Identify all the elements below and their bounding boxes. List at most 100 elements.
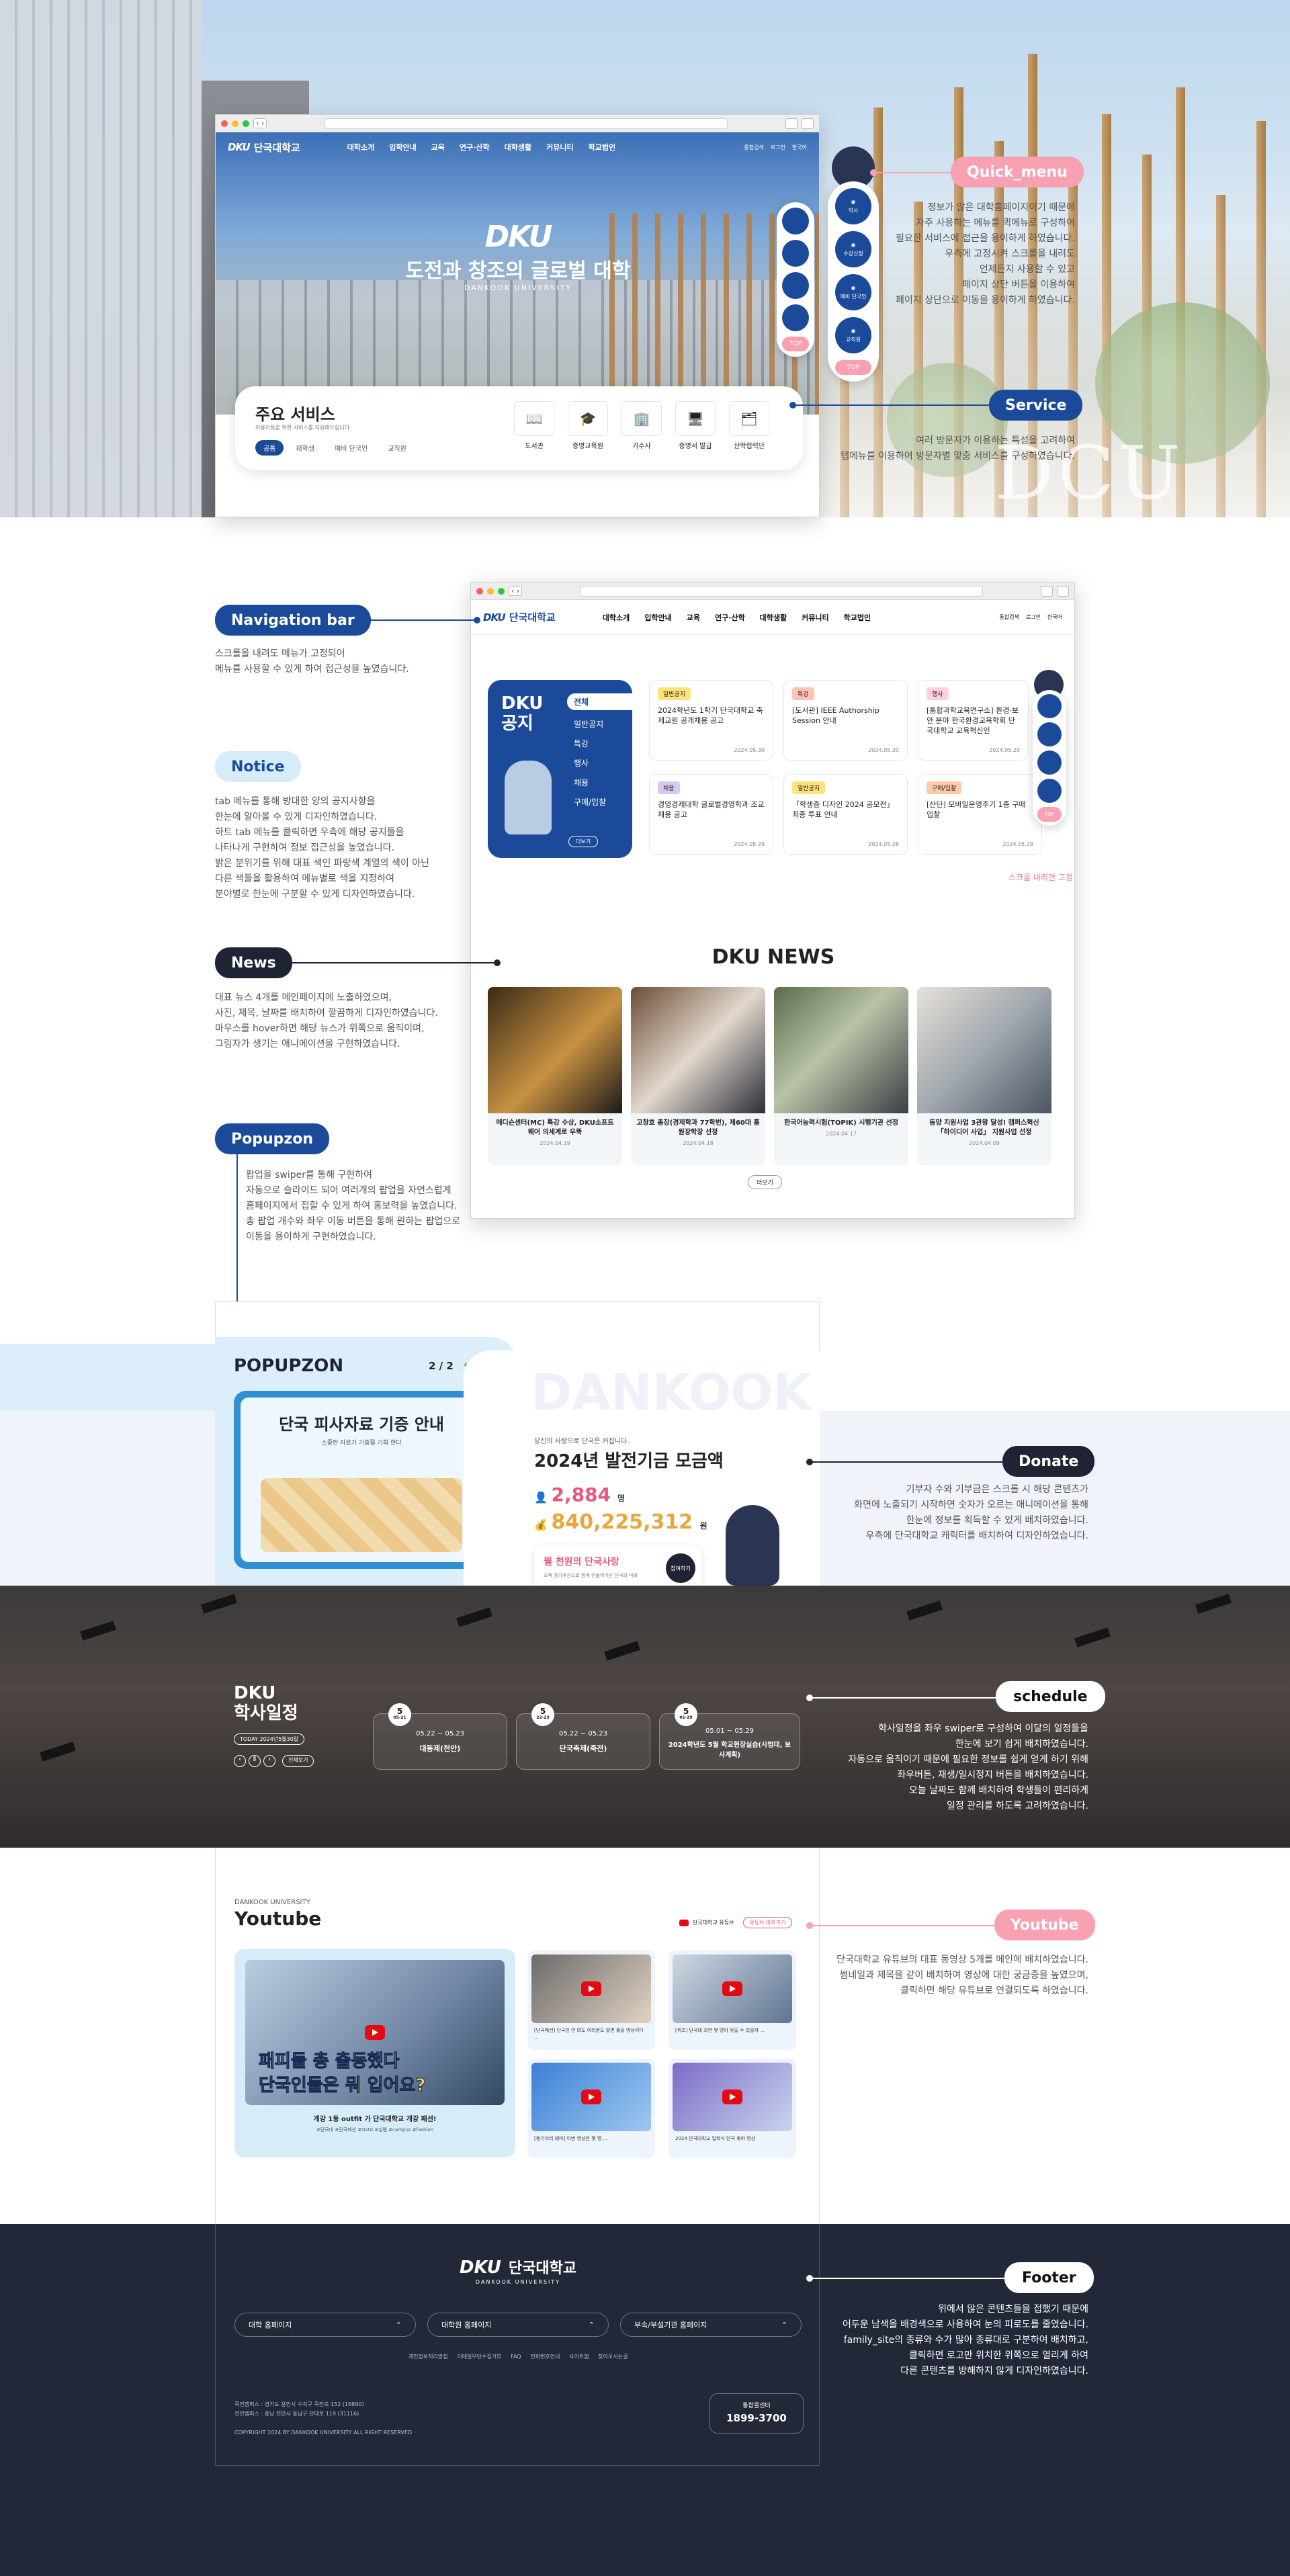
- menu-item[interactable]: 커뮤니티: [546, 142, 573, 153]
- quick-item[interactable]: [1037, 694, 1062, 718]
- back-forward-icon[interactable]: ‹ ›: [509, 586, 523, 596]
- notice-tag: 특강: [792, 687, 814, 700]
- quick-item[interactable]: [1037, 750, 1062, 775]
- family-site-select[interactable]: 대학 홈페이지 ⌃: [234, 2313, 416, 2337]
- menu-item[interactable]: 교육: [431, 142, 445, 153]
- menu-item[interactable]: 커뮤니티: [802, 612, 828, 623]
- back-forward-icon[interactable]: ‹ ›: [253, 118, 267, 128]
- quick-item[interactable]: [782, 240, 809, 267]
- connector-line: [793, 404, 994, 406]
- desc-footer: 위에서 많은 콘텐츠들을 접했기 때문에 어두운 남색을 배경색으로 사용하여 눈…: [842, 2304, 1088, 2376]
- service-tab[interactable]: 재학생: [288, 440, 322, 456]
- share-icon[interactable]: [1041, 585, 1053, 597]
- youtube-thumb: [531, 1955, 651, 2023]
- tabs-icon[interactable]: [802, 118, 814, 129]
- login-link[interactable]: 로그인: [771, 144, 785, 151]
- nav-logo[interactable]: DKU 단국대학교: [483, 610, 556, 624]
- notice-card[interactable]: 일반공지 「학생증 디자인 2024 공모전」 최종 투표 안내 2024.05.2…: [783, 774, 908, 855]
- notice-tab[interactable]: 채용: [567, 774, 641, 791]
- desc-youtube: 단국대학교 유튜브의 대표 동영상 5개를 메인에 배치하였습니다. 썸네일과 제…: [836, 1955, 1088, 1996]
- top-button[interactable]: TOP: [782, 337, 809, 351]
- login-link[interactable]: 로그인: [1026, 613, 1041, 621]
- youtube-links: 단국대학교 유튜브 유튜브 바로가기: [679, 1917, 792, 1928]
- share-icon[interactable]: [785, 118, 798, 129]
- family-site-select[interactable]: 대학원 홈페이지 ⌃: [427, 2313, 609, 2337]
- callcenter-box[interactable]: 통합콜센터 1899-3700: [710, 2393, 804, 2434]
- quick-item[interactable]: [1037, 722, 1062, 746]
- top-button[interactable]: TOP: [1037, 807, 1062, 822]
- notice-card[interactable]: 구매/입찰 [산단] 모바일운영주기 1종 구매 입찰 2024.05.28: [918, 774, 1042, 855]
- label-quick-menu: Quick_menu: [951, 157, 1084, 187]
- service-tab[interactable]: 교직원: [380, 440, 415, 456]
- notice-tab[interactable]: 구매/입찰: [567, 793, 641, 810]
- language-link[interactable]: 한국어: [792, 144, 807, 151]
- service-tab[interactable]: 공통: [255, 440, 284, 456]
- schedule-all-button[interactable]: 전체보기: [282, 1755, 314, 1767]
- youtube-channel[interactable]: 단국대학교 유튜브: [693, 1919, 734, 1926]
- prev-icon[interactable]: ‹: [234, 1755, 246, 1767]
- search-link[interactable]: 통합검색: [744, 144, 763, 151]
- address-bar[interactable]: [325, 118, 728, 129]
- service-item[interactable]: 📖 도서관: [514, 401, 554, 450]
- donate-join-button[interactable]: 참여하기: [666, 1553, 695, 1583]
- notice-tab[interactable]: 특강: [567, 735, 641, 752]
- quick-item[interactable]: [782, 304, 809, 331]
- youtube-item[interactable]: [퀴즈] 단국대 과연 몇 명이 맞출 수 있을까 ...: [669, 1950, 796, 2050]
- menu-item[interactable]: 교육: [687, 612, 700, 623]
- notice-tab-active[interactable]: 전체: [567, 693, 641, 710]
- notice-card[interactable]: 채용 경영경제대학 글로벌경영학과 조교 채용 공고 2024.05.29: [649, 774, 773, 855]
- quick-item[interactable]: ◉ 교직원: [835, 317, 871, 353]
- menu-item[interactable]: 연구·산학: [715, 612, 745, 623]
- news-card[interactable]: 고창호 총장(경제학과 77학번), 제60대 홍원장학장 선정 2024.04…: [631, 987, 765, 1165]
- menu-item[interactable]: 대학생활: [760, 612, 787, 623]
- quick-item[interactable]: [1037, 779, 1062, 803]
- tabs-icon[interactable]: [1057, 585, 1069, 597]
- notice-card[interactable]: 행사 [통합과학교육연구소] 환경·보안 분야 한국환경교육학회 단국대학교 교육…: [918, 680, 1029, 761]
- next-icon[interactable]: ›: [263, 1755, 275, 1767]
- family-site-select[interactable]: 부속/부설기관 홈페이지 ⌃: [620, 2313, 802, 2337]
- news-card[interactable]: 메디슨센터(MC) 특강 수상, DKU소프트웨어 의세계로 우뚝 2024.0…: [488, 987, 622, 1165]
- menu-item[interactable]: 대학소개: [603, 612, 630, 623]
- quick-item[interactable]: [782, 208, 809, 234]
- youtube-item[interactable]: 2024 단국대학교 입학식 단국 축하 영상: [669, 2059, 796, 2158]
- service-title: 주요 서비스: [255, 405, 335, 424]
- service-item[interactable]: 🎓 증명교육원: [568, 401, 608, 450]
- menu-item[interactable]: 학교법인: [844, 612, 871, 623]
- search-link[interactable]: 통합검색: [999, 613, 1019, 621]
- schedule-card[interactable]: 5 05-21 05.22 ~ 05.23 대동제(천안): [373, 1703, 507, 1770]
- schedule-card[interactable]: 5 01-29 05.01 ~ 05.29 2024학년도 5월 학교현장실습(사…: [659, 1703, 800, 1770]
- news-card[interactable]: 동양 지원사업 3관왕 달성! 캠퍼스혁신 「하이디어 사업」 지원사업 선정 …: [917, 987, 1051, 1165]
- menu-item[interactable]: 입학안내: [644, 612, 671, 623]
- youtube-item[interactable]: [동기끼리 테마] 이번 영상은 몇 명 ...: [527, 2059, 655, 2158]
- desc-news: 대표 뉴스 4개를 메인페이지에 노출하였으며, 사진, 제목, 날짜를 배치하여…: [215, 992, 438, 1049]
- lab-icon: 🗂: [729, 401, 769, 436]
- service-item[interactable]: 🖥 증명서 발급: [675, 401, 716, 450]
- service-tab[interactable]: 예비 단국인: [327, 440, 376, 456]
- notice-tab[interactable]: 행사: [567, 755, 641, 771]
- top-button[interactable]: TOP: [835, 360, 871, 375]
- menu-item[interactable]: 입학안내: [389, 142, 416, 153]
- youtube-item[interactable]: [단국패션] 단국인 안 봐도 여러분도 알면 좋을 영상이다 ...: [527, 1950, 655, 2050]
- hero-logo[interactable]: DKU 단국대학교: [228, 140, 300, 155]
- notice-card[interactable]: 특강 [도서관] IEEE Authorship Session 안내 2024.0…: [783, 680, 908, 761]
- notice-card[interactable]: 일반공지 2024학년도 1학기 단국대학교 축제교원 공개채용 공고 2024.0…: [649, 680, 773, 761]
- menu-item[interactable]: 대학소개: [347, 142, 374, 153]
- service-item[interactable]: 🗂 산학협력단: [729, 401, 769, 450]
- notice-tab[interactable]: 일반공지: [567, 716, 641, 732]
- language-link[interactable]: 한국어: [1047, 613, 1062, 621]
- menu-item[interactable]: 학교법인: [589, 142, 615, 153]
- menu-item[interactable]: 연구·산학: [460, 142, 490, 153]
- news-more-button[interactable]: 더보기: [748, 1175, 782, 1189]
- notice-more-button[interactable]: 더보기: [568, 836, 599, 847]
- pause-icon[interactable]: Ⅱ: [249, 1755, 261, 1767]
- quick-item[interactable]: [782, 272, 809, 299]
- address-bar[interactable]: [580, 585, 983, 597]
- youtube-featured[interactable]: 패피들 총 출동했다 단국인들은 뭐 입어요? 개강 1등 outfit 가 단…: [234, 1949, 515, 2157]
- popup-banner[interactable]: 단국 피사자료 기증 안내 소중한 자료가 기증될 기회 한다: [234, 1391, 489, 1569]
- menu-item[interactable]: 대학생활: [505, 142, 531, 153]
- label-footer: Footer: [1004, 2262, 1094, 2293]
- news-card[interactable]: 한국어능력시험(TOPIK) 시행기관 선정 2024.04.17: [774, 987, 908, 1165]
- service-item[interactable]: 🏢 가수사: [621, 401, 662, 450]
- youtube-more-button[interactable]: 유튜브 바로가기: [743, 1917, 792, 1928]
- schedule-card[interactable]: 5 22-23 05.22 ~ 05.23 단국축제(죽전): [516, 1703, 650, 1770]
